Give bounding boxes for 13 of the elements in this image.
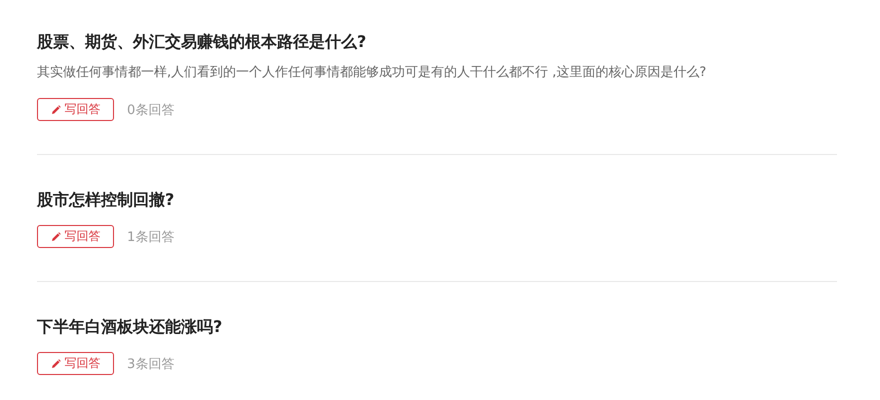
question-title[interactable]: 下半年白酒板块还能涨吗?	[37, 317, 837, 337]
answer-count: 3条回答	[127, 356, 174, 372]
answer-count: 1条回答	[127, 228, 174, 246]
question-description: 其实做任何事情都一样,人们看到的一个人作任何事情都能够成功可是有的人干什么都不行 ,这里面的核心原因是什么?	[37, 64, 708, 82]
write-answer-button[interactable]: 写回答	[37, 225, 114, 248]
question-title[interactable]: 股票、期货、外汇交易赚钱的根本路径是什么?	[37, 32, 837, 52]
write-answer-button[interactable]: 写回答	[37, 352, 114, 375]
answer-count: 0条回答	[127, 102, 174, 118]
question-title[interactable]: 股市怎样控制回撤?	[37, 190, 837, 210]
pencil-icon	[50, 104, 60, 114]
pencil-icon	[50, 232, 60, 242]
write-answer-button[interactable]: 写回答	[37, 98, 114, 121]
pencil-icon	[50, 358, 60, 368]
